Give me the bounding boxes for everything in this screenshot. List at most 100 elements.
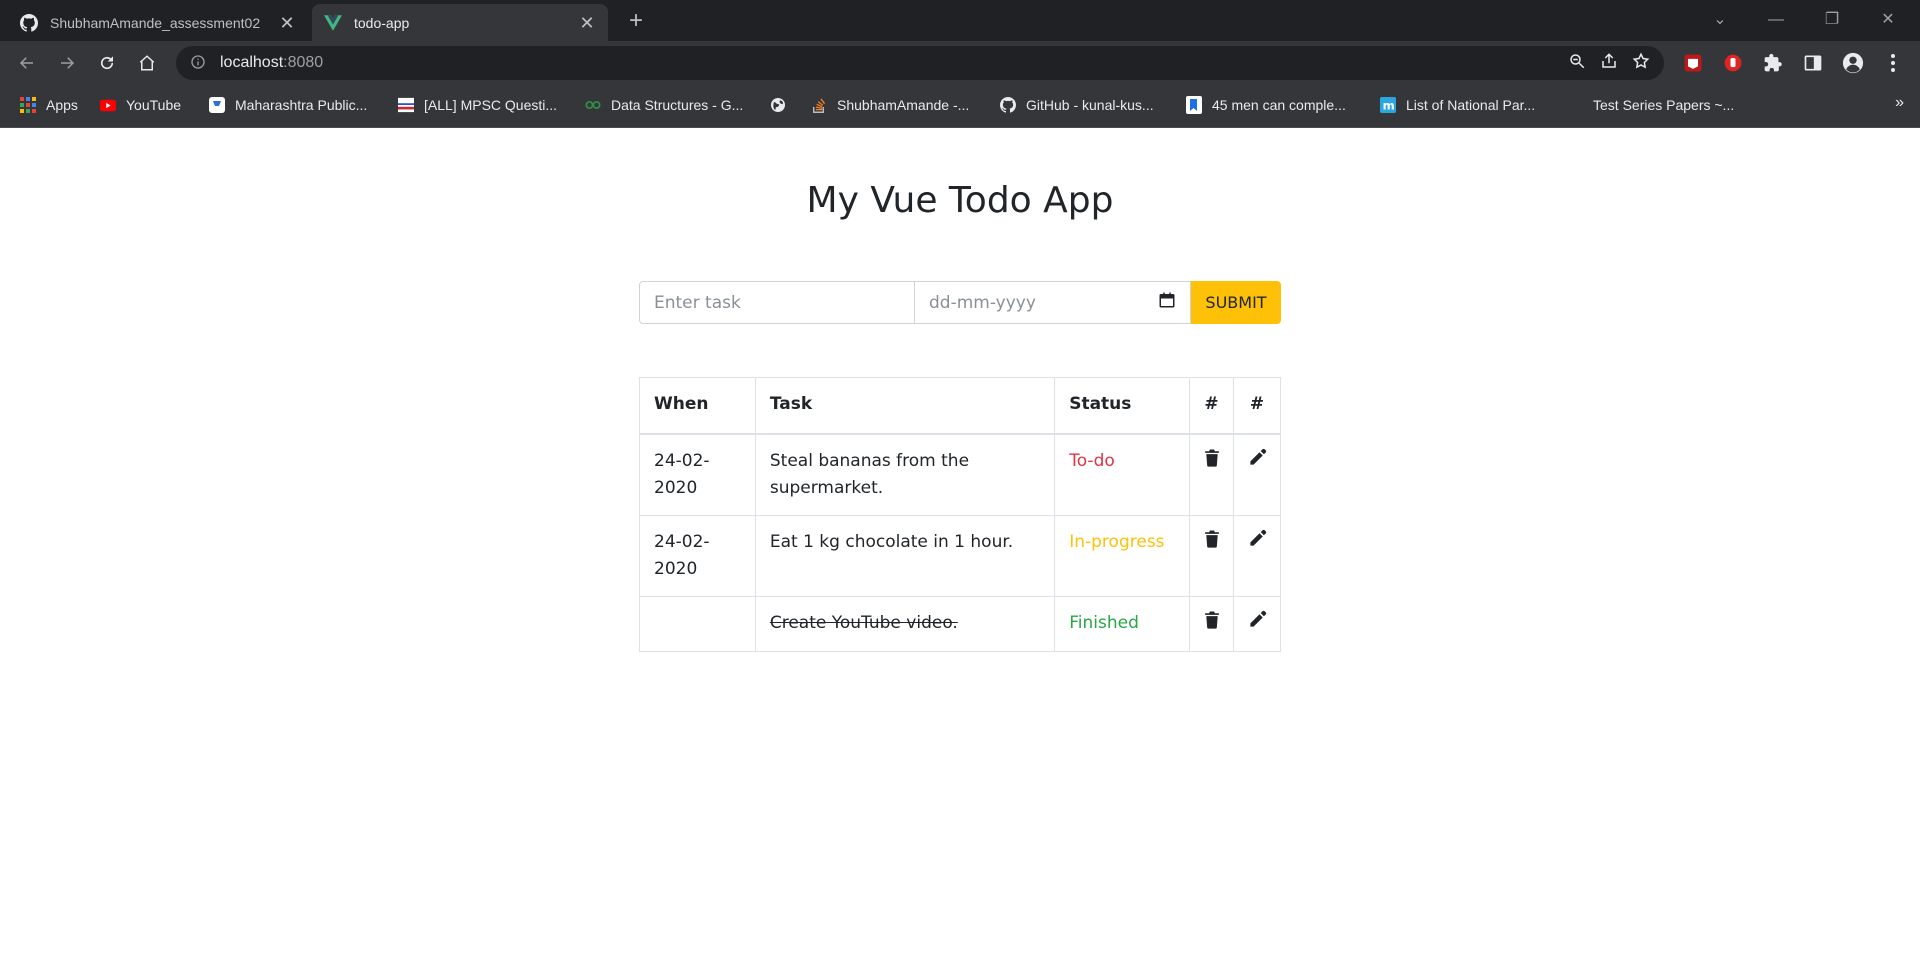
extension-mcafee-icon[interactable] — [1678, 48, 1708, 78]
bookmark-label: YouTube — [126, 97, 182, 113]
bookmark-label: Data Structures - G... — [611, 97, 744, 113]
reload-icon[interactable] — [92, 48, 122, 78]
home-icon[interactable] — [132, 48, 162, 78]
bookmark-label: ShubhamAmande -... — [837, 97, 970, 113]
new-tab-button[interactable]: + — [622, 8, 650, 36]
zoom-icon[interactable] — [1568, 52, 1586, 75]
bookmark-youtube[interactable]: YouTube — [100, 94, 181, 116]
header-task: Task — [754, 377, 1056, 435]
bookmark-doc-icon — [1186, 96, 1202, 114]
pencil-icon[interactable] — [1247, 610, 1267, 630]
bookmark-label: [ALL] MPSC Questi... — [424, 97, 558, 113]
bookmark-45-men[interactable]: 45 men can comple... — [1186, 94, 1346, 116]
back-icon[interactable] — [12, 48, 42, 78]
calendar-icon[interactable] — [1158, 291, 1176, 314]
extensions-puzzle-icon[interactable] — [1758, 48, 1788, 78]
bookmark-label: Maharashtra Public... — [235, 97, 368, 113]
omnibox-actions — [1568, 46, 1664, 80]
bookmark-star-icon[interactable] — [1632, 52, 1650, 75]
bookmark-label: 45 men can comple... — [1212, 97, 1346, 113]
profile-avatar-icon[interactable] — [1838, 48, 1868, 78]
cell-task: Eat 1 kg chocolate in 1 hour. — [754, 514, 1056, 597]
trash-icon[interactable] — [1202, 529, 1222, 549]
bookmark-mpsc[interactable]: [ALL] MPSC Questi... — [398, 94, 557, 116]
cell-delete — [1189, 595, 1235, 652]
cell-when: 24-02-2020 — [639, 433, 756, 516]
table-header-row: When Task Status # # — [639, 377, 1281, 435]
task-input[interactable] — [639, 281, 915, 324]
pencil-icon[interactable] — [1247, 529, 1267, 549]
bookmark-github-kunal[interactable]: GitHub - kunal-kus... — [1000, 94, 1154, 116]
github-icon — [1000, 97, 1016, 113]
submit-button[interactable]: SUBMIT — [1191, 281, 1281, 324]
cell-delete — [1189, 433, 1235, 516]
header-when: When — [639, 377, 756, 435]
url-host: localhost — [220, 54, 284, 71]
bookmark-maharashtra[interactable]: Maharashtra Public... — [209, 94, 367, 116]
cell-edit — [1233, 433, 1281, 516]
cell-edit — [1233, 595, 1281, 652]
svg-text:m: m — [1383, 98, 1395, 112]
restore-button[interactable]: ❐ — [1812, 6, 1852, 34]
close-window-button[interactable]: ✕ — [1868, 6, 1908, 34]
todo-table: When Task Status # # 24-02-2020 Steal ba… — [639, 377, 1281, 652]
table-row: Create YouTube video. Finished — [639, 595, 1281, 652]
bookmark-app-icon — [209, 97, 225, 113]
bookmark-label: List of National Par... — [1406, 97, 1536, 113]
github-icon — [20, 13, 38, 32]
url-port: :8080 — [283, 54, 324, 71]
minimize-button[interactable]: — — [1756, 6, 1796, 34]
close-tab-icon[interactable]: ✕ — [578, 14, 596, 32]
date-input[interactable]: dd-mm-yyyy — [915, 281, 1191, 324]
header-edit: # — [1233, 377, 1281, 435]
page-content: My Vue Todo App dd-mm-yyyy SUBMIT When T… — [0, 128, 1920, 972]
trash-icon[interactable] — [1202, 610, 1222, 630]
page-title: My Vue Todo App — [806, 180, 1114, 221]
task-form: dd-mm-yyyy SUBMIT — [639, 281, 1281, 324]
table-row: 24-02-2020 Eat 1 kg chocolate in 1 hour.… — [639, 514, 1281, 597]
bookmark-label: GitHub - kunal-kus... — [1026, 97, 1154, 113]
m-icon: m — [1380, 97, 1396, 113]
tab-todo-app[interactable]: todo-app ✕ — [312, 4, 608, 41]
bookmark-data-structures[interactable]: Data Structures - G... — [585, 94, 743, 116]
trash-icon[interactable] — [1202, 448, 1222, 468]
header-status: Status — [1054, 377, 1191, 435]
side-panel-icon[interactable] — [1798, 48, 1828, 78]
tab-search-icon[interactable]: ⌄ — [1700, 6, 1740, 34]
table-row: 24-02-2020 Steal bananas from the superm… — [639, 433, 1281, 516]
cell-status[interactable]: To-do — [1054, 433, 1191, 516]
forward-icon[interactable] — [52, 48, 82, 78]
pencil-icon[interactable] — [1247, 448, 1267, 468]
share-icon[interactable] — [1600, 52, 1618, 75]
bookmark-globe[interactable] — [770, 94, 796, 116]
cell-when — [639, 595, 756, 652]
header-delete: # — [1189, 377, 1235, 435]
kebab-menu-icon[interactable] — [1878, 48, 1908, 78]
apps-grid-icon — [20, 97, 36, 113]
cell-edit — [1233, 514, 1281, 597]
bookmark-test-series[interactable]: Test Series Papers ~... — [1593, 94, 1734, 116]
close-tab-icon[interactable]: ✕ — [278, 14, 296, 32]
browser-toolbar: localhost:8080 — [0, 41, 1920, 84]
extension-block-icon[interactable] — [1718, 48, 1748, 78]
bookmarks-overflow-icon[interactable]: » — [1895, 94, 1904, 112]
cell-status[interactable]: In-progress — [1054, 514, 1191, 597]
bookmark-apps[interactable]: Apps — [20, 94, 78, 116]
bookmark-label: Test Series Papers ~... — [1593, 97, 1735, 113]
browser-tabstrip: ShubhamAmande_assessment02 ✕ todo-app ✕ … — [0, 0, 1920, 41]
cell-status[interactable]: Finished — [1054, 595, 1191, 652]
bookmark-label: Apps — [46, 97, 78, 113]
cell-task: Create YouTube video. — [754, 595, 1056, 652]
cell-when: 24-02-2020 — [639, 514, 756, 597]
address-bar[interactable]: localhost:8080 — [176, 46, 1664, 80]
vue-icon — [324, 14, 342, 32]
bookmark-stackoverflow[interactable]: ShubhamAmande -... — [811, 94, 969, 116]
gfg-icon — [585, 97, 601, 113]
mpsc-icon — [398, 97, 414, 113]
tab-title: ShubhamAmande_assessment02 — [50, 14, 261, 31]
youtube-icon — [100, 97, 116, 113]
stackoverflow-icon — [811, 97, 827, 113]
tab-github[interactable]: ShubhamAmande_assessment02 ✕ — [8, 4, 308, 41]
site-info-icon[interactable] — [190, 54, 208, 72]
bookmark-national-parks[interactable]: m List of National Par... — [1380, 94, 1535, 116]
